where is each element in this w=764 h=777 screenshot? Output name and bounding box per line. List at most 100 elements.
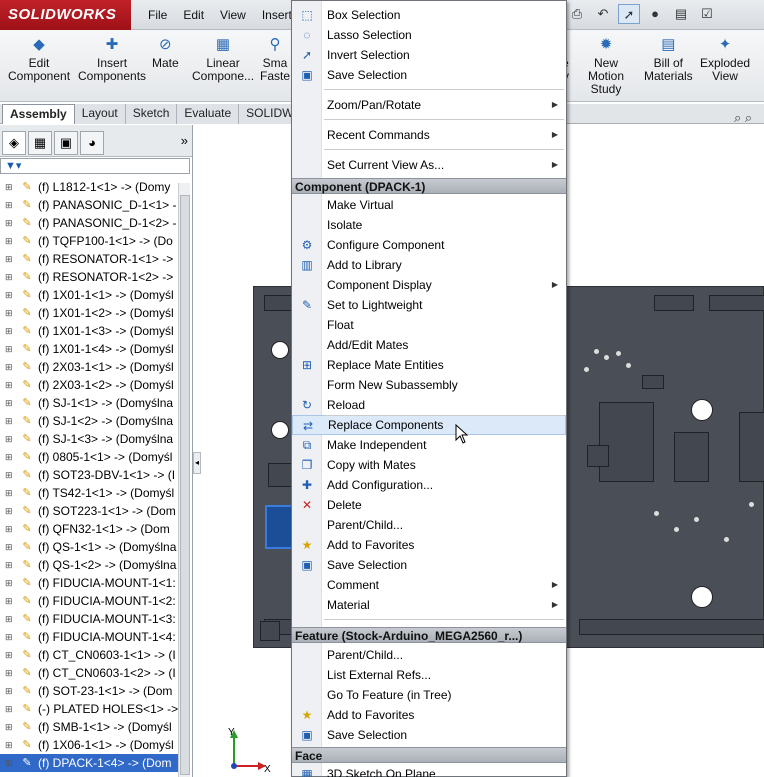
expand-toggle-icon[interactable]: ⊞ [5,236,15,247]
collapse-panel-handle[interactable]: ◂ [193,452,201,474]
expand-toggle-icon[interactable]: ⊞ [5,578,15,589]
menu-item-recent-commands[interactable]: Recent Commands ▶ [292,125,566,145]
ribbon-button-bom[interactable]: ▤ Bill of Materials [644,36,693,83]
expand-toggle-icon[interactable]: ⊞ [5,452,15,463]
expand-toggle-icon[interactable]: ⊞ [5,596,15,607]
options-icon[interactable]: ☑ [696,4,718,24]
tree-item[interactable]: ⊞ ✎ (f) CT_CN0603-1<2> -> (I [0,664,190,682]
tree-item[interactable]: ⊞ ✎ (f) SJ-1<3> -> (Domyślna [0,430,190,448]
tree-item[interactable]: ⊞ ✎ (f) FIDUCIA-MOUNT-1<4: [0,628,190,646]
expand-toggle-icon[interactable]: ⊞ [5,524,15,535]
tree-item[interactable]: ⊞ ✎ (f) TS42-1<1> -> (Domyśl [0,484,190,502]
expand-toggle-icon[interactable]: ⊞ [5,560,15,571]
tab-evaluate[interactable]: Evaluate [177,104,240,124]
feature-manager-tab-icon[interactable]: ◈ [2,131,26,155]
menu-item-parent-child[interactable]: Parent/Child... [292,515,566,535]
menu-item-set-current-view-as[interactable]: Set Current View As... ▶ [292,155,566,175]
tree-item[interactable]: ⊞ ✎ (f) TQFP100-1<1> -> (Do [0,232,190,250]
menu-item-make-virtual[interactable]: Make Virtual [292,195,566,215]
expand-toggle-icon[interactable]: ⊞ [5,308,15,319]
tree-item[interactable]: ⊞ ✎ (f) RESONATOR-1<2> -> [0,268,190,286]
tree-item[interactable]: ⊞ ✎ (f) PANASONIC_D-1<1> - [0,196,190,214]
expand-toggle-icon[interactable]: ⊞ [5,254,15,265]
tree-item[interactable]: ⊞ ✎ (f) 2X03-1<1> -> (Domyśl [0,358,190,376]
zoom-to-fit-icon[interactable]: ⌕ ⌕ [734,110,752,126]
menu-item-3d-sketch-on-plane[interactable]: ▦ 3D Sketch On Plane [292,764,566,777]
expand-toggle-icon[interactable]: ⊞ [5,362,15,373]
menu-item-add-configuration[interactable]: ✚ Add Configuration... [292,475,566,495]
expand-toggle-icon[interactable]: ⊞ [5,326,15,337]
expand-toggle-icon[interactable]: ⊞ [5,218,15,229]
tree-item[interactable]: ⊞ ✎ (f) RESONATOR-1<1> -> [0,250,190,268]
menu-item-save-selection[interactable]: ▣ Save Selection [292,65,566,85]
menu-item-go-to-feature-in-tree[interactable]: Go To Feature (in Tree) [292,685,566,705]
tree-item[interactable]: ⊞ ✎ (f) 1X01-1<4> -> (Domyśl [0,340,190,358]
expand-toggle-icon[interactable]: ⊞ [5,344,15,355]
expand-toggle-icon[interactable]: ⊞ [5,488,15,499]
menu-item-delete[interactable]: ✕ Delete [292,495,566,515]
menu-view[interactable]: View [212,0,254,30]
menu-item-form-new-subassembly[interactable]: Form New Subassembly [292,375,566,395]
tree-item[interactable]: ⊞ ✎ (f) 1X01-1<2> -> (Domyśl [0,304,190,322]
tree-item[interactable]: ⊞ ✎ (f) SOT223-1<1> -> (Dom [0,502,190,520]
expand-toggle-icon[interactable]: ⊞ [5,542,15,553]
expand-toggle-icon[interactable]: ⊞ [5,470,15,481]
expand-toggle-icon[interactable]: ⊞ [5,272,15,283]
menu-item-replace-components[interactable]: ⇄ Replace Components [292,415,566,435]
tree-item[interactable]: ⊞ ✎ (f) FIDUCIA-MOUNT-1<3: [0,610,190,628]
menu-item-replace-mate-entities[interactable]: ⊞ Replace Mate Entities [292,355,566,375]
menu-item-list-external-refs[interactable]: List External Refs... [292,665,566,685]
tree-item[interactable]: ⊞ ✎ (f) CT_CN0603-1<1> -> (I [0,646,190,664]
menu-item-add-to-favorites[interactable]: ★ Add to Favorites [292,705,566,725]
tree-item[interactable]: ⊞ ✎ (f) SMB-1<1> -> (Domyśl [0,718,190,736]
tree-item[interactable]: ⊞ ✎ (f) QS-1<2> -> (Domyślna [0,556,190,574]
expand-toggle-icon[interactable]: ⊞ [5,614,15,625]
expand-panel-chevron-icon[interactable]: » [181,133,188,148]
menu-item-save-selection[interactable]: ▣ Save Selection [292,555,566,575]
expand-toggle-icon[interactable]: ⊞ [5,380,15,391]
select-pointer-icon[interactable]: ➚ [618,4,640,24]
tree-item[interactable]: ⊞ ✎ (f) 1X01-1<3> -> (Domyśl [0,322,190,340]
tree-item[interactable]: ⊞ ✎ (f) 0805-1<1> -> (Domyśl [0,448,190,466]
file-properties-icon[interactable]: ▤ [670,4,692,24]
tree-item[interactable]: ⊞ ✎ (f) 1X01-1<1> -> (Domyśl [0,286,190,304]
display-manager-tab-icon[interactable]: ◕ [80,131,104,155]
ribbon-button-mate[interactable]: ⊘ Mate [152,36,179,70]
tree-item[interactable]: ⊞ ✎ (-) PLATED HOLES<1> -> [0,700,190,718]
menu-item-configure-component[interactable]: ⚙ Configure Component [292,235,566,255]
menu-item-isolate[interactable]: Isolate [292,215,566,235]
expand-toggle-icon[interactable]: ⊞ [5,650,15,661]
tab-assembly[interactable]: Assembly [2,104,75,124]
expand-toggle-icon[interactable]: ⊞ [5,704,15,715]
menu-item-zoom-pan-rotate[interactable]: Zoom/Pan/Rotate ▶ [292,95,566,115]
expand-toggle-icon[interactable]: ⊞ [5,200,15,211]
tree-item[interactable]: ⊞ ✎ (f) QFN32-1<1> -> (Dom [0,520,190,538]
menu-edit[interactable]: Edit [175,0,212,30]
tree-item[interactable]: ⊞ ✎ (f) FIDUCIA-MOUNT-1<1: [0,574,190,592]
menu-item-lasso-selection[interactable]: ◌ Lasso Selection [292,25,566,45]
expand-toggle-icon[interactable]: ⊞ [5,434,15,445]
expand-toggle-icon[interactable]: ⊞ [5,398,15,409]
menu-file[interactable]: File [140,0,175,30]
ribbon-button-smart-fasteners[interactable]: ⚲ Sma Faste [260,36,290,83]
ribbon-button-linear-pattern[interactable]: ▦ Linear Compone... [192,36,254,83]
configuration-manager-tab-icon[interactable]: ▣ [54,131,78,155]
menu-item-reload[interactable]: ↻ Reload [292,395,566,415]
expand-toggle-icon[interactable]: ⊞ [5,758,15,769]
tree-item[interactable]: ⊞ ✎ (f) 2X03-1<2> -> (Domyśl [0,376,190,394]
tree-item[interactable]: ⊞ ✎ (f) 1X06-1<1> -> (Domyśl [0,736,190,754]
menu-item-comment[interactable]: Comment ▶ [292,575,566,595]
menu-item-parent-child[interactable]: Parent/Child... [292,645,566,665]
menu-item-set-to-lightweight[interactable]: ✎ Set to Lightweight [292,295,566,315]
tree-item[interactable]: ⊞ ✎ (f) L1812-1<1> -> (Domy [0,178,190,196]
menu-item-invert-selection[interactable]: ➚ Invert Selection [292,45,566,65]
tab-sketch[interactable]: Sketch [125,104,178,124]
expand-toggle-icon[interactable]: ⊞ [5,686,15,697]
tree-item[interactable]: ⊞ ✎ (f) SJ-1<2> -> (Domyślna [0,412,190,430]
ribbon-button-edit-component[interactable]: ◆ Edit Component [8,36,70,83]
expand-toggle-icon[interactable]: ⊞ [5,668,15,679]
ribbon-button-insert-components[interactable]: ✚ Insert Components [78,36,146,83]
selected-dpack-component[interactable] [265,505,293,549]
menu-item-copy-with-mates[interactable]: ❐ Copy with Mates [292,455,566,475]
tree-item[interactable]: ⊞ ✎ (f) PANASONIC_D-1<2> - [0,214,190,232]
